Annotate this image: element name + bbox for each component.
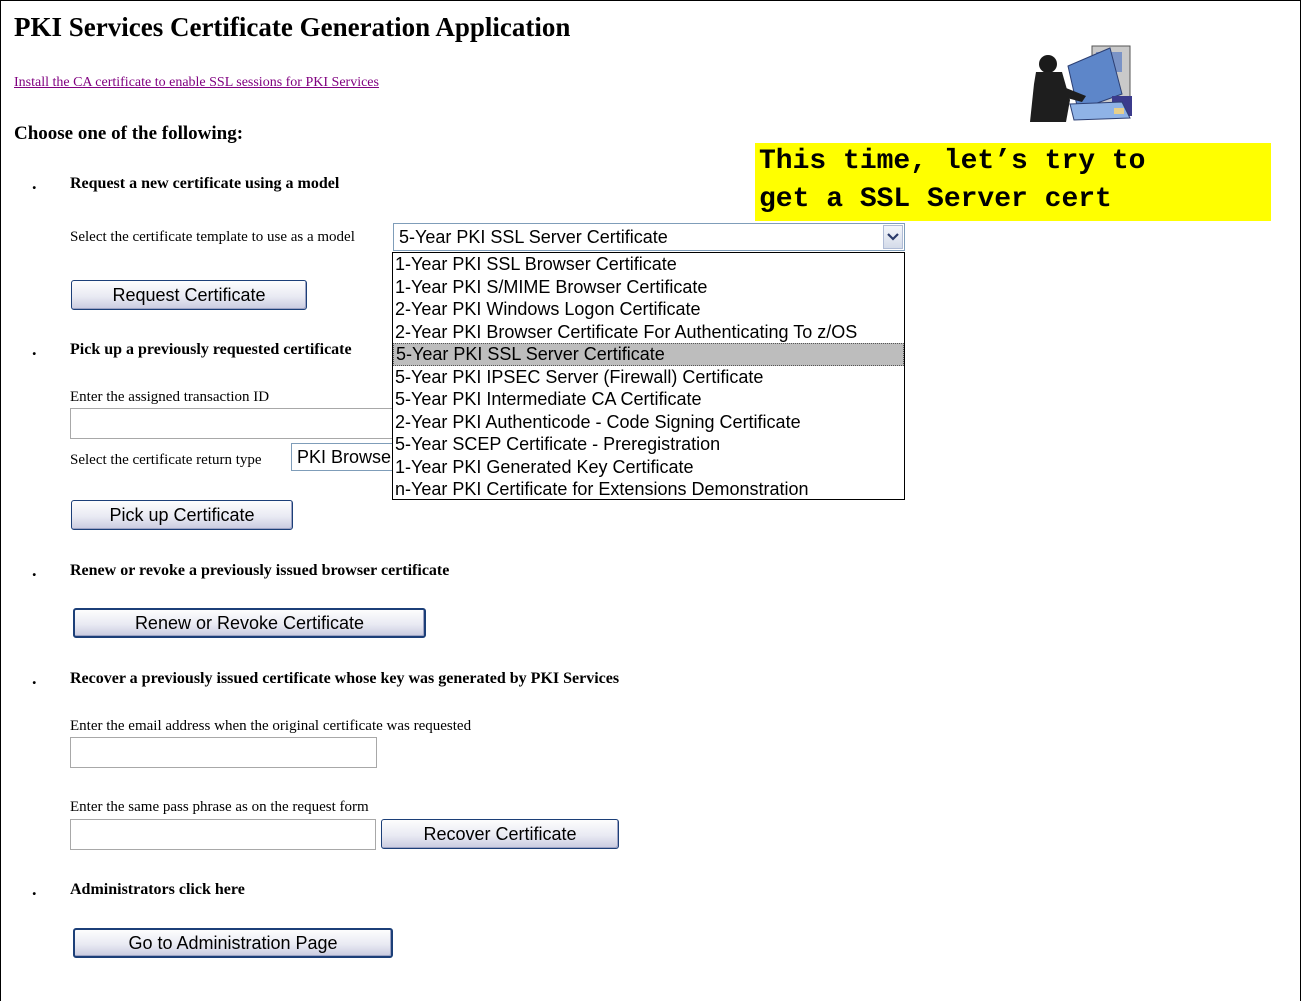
chevron-down-icon[interactable] [883,225,903,249]
bullet-icon: . [32,173,37,193]
bullet-icon: . [32,339,37,359]
page-title: PKI Services Certificate Generation Appl… [14,12,571,42]
template-select-value: 5-Year PKI SSL Server Certificate [399,227,668,247]
template-option[interactable]: 5-Year PKI IPSEC Server (Firewall) Certi… [393,366,904,389]
template-option[interactable]: 2-Year PKI Authenticode - Code Signing C… [393,411,904,434]
request-certificate-button[interactable]: Request Certificate [71,280,307,310]
txid-label: Enter the assigned transaction ID [70,389,270,405]
template-option[interactable]: 5-Year PKI Intermediate CA Certificate [393,388,904,411]
return-type-label: Select the certificate return type [70,452,262,468]
install-ca-link[interactable]: Install the CA certificate to enable SSL… [14,75,379,91]
template-option[interactable]: 1-Year PKI SSL Browser Certificate [393,253,904,276]
request-heading: Request a new certificate using a model [70,175,340,192]
email-label: Enter the email address when the origina… [70,718,472,734]
go-to-administration-button[interactable]: Go to Administration Page [73,928,393,958]
bullet-icon: . [32,560,37,580]
user-at-computer-icon [1030,44,1134,122]
template-option[interactable]: 2-Year PKI Windows Logon Certificate [393,298,904,321]
template-option[interactable]: 1-Year PKI S/MIME Browser Certificate [393,276,904,299]
callout-line-1: This time, let’s try to [759,146,1146,177]
renew-revoke-certificate-button[interactable]: Renew or Revoke Certificate [73,608,426,638]
transaction-id-input[interactable] [70,408,400,439]
return-type-select-value: PKI Browse [297,447,392,467]
template-option[interactable]: 1-Year PKI Generated Key Certificate [393,456,904,479]
choose-heading: Choose one of the following: [14,123,244,144]
pick-up-certificate-button[interactable]: Pick up Certificate [71,500,293,530]
passphrase-input[interactable] [70,819,376,850]
email-input[interactable] [70,737,377,768]
callout-line-2: get a SSL Server cert [759,184,1112,215]
template-option[interactable]: 5-Year SCEP Certificate - Preregistratio… [393,433,904,456]
template-select[interactable]: 5-Year PKI SSL Server Certificate [393,223,905,251]
recover-heading: Recover a previously issued certificate … [70,670,620,687]
return-type-select[interactable]: PKI Browse [291,443,401,471]
pickup-heading: Pick up a previously requested certifica… [70,341,352,358]
passphrase-label: Enter the same pass phrase as on the req… [70,799,369,815]
template-label: Select the certificate template to use a… [70,229,355,245]
annotation-callout: This time, let’s try to get a SSL Server… [755,143,1271,221]
bullet-icon: . [32,879,37,899]
template-option[interactable]: 2-Year PKI Browser Certificate For Authe… [393,321,904,344]
template-dropdown-list[interactable]: 1-Year PKI SSL Browser Certificate 1-Year… [392,252,905,500]
admin-heading: Administrators click here [70,881,245,898]
recover-certificate-button[interactable]: Recover Certificate [381,819,619,849]
bullet-icon: . [32,668,37,688]
template-option[interactable]: 5-Year PKI SSL Server Certificate [393,343,904,366]
template-option[interactable]: n-Year PKI Certificate for Extensions De… [393,478,904,501]
renew-heading: Renew or revoke a previously issued brow… [70,562,450,579]
